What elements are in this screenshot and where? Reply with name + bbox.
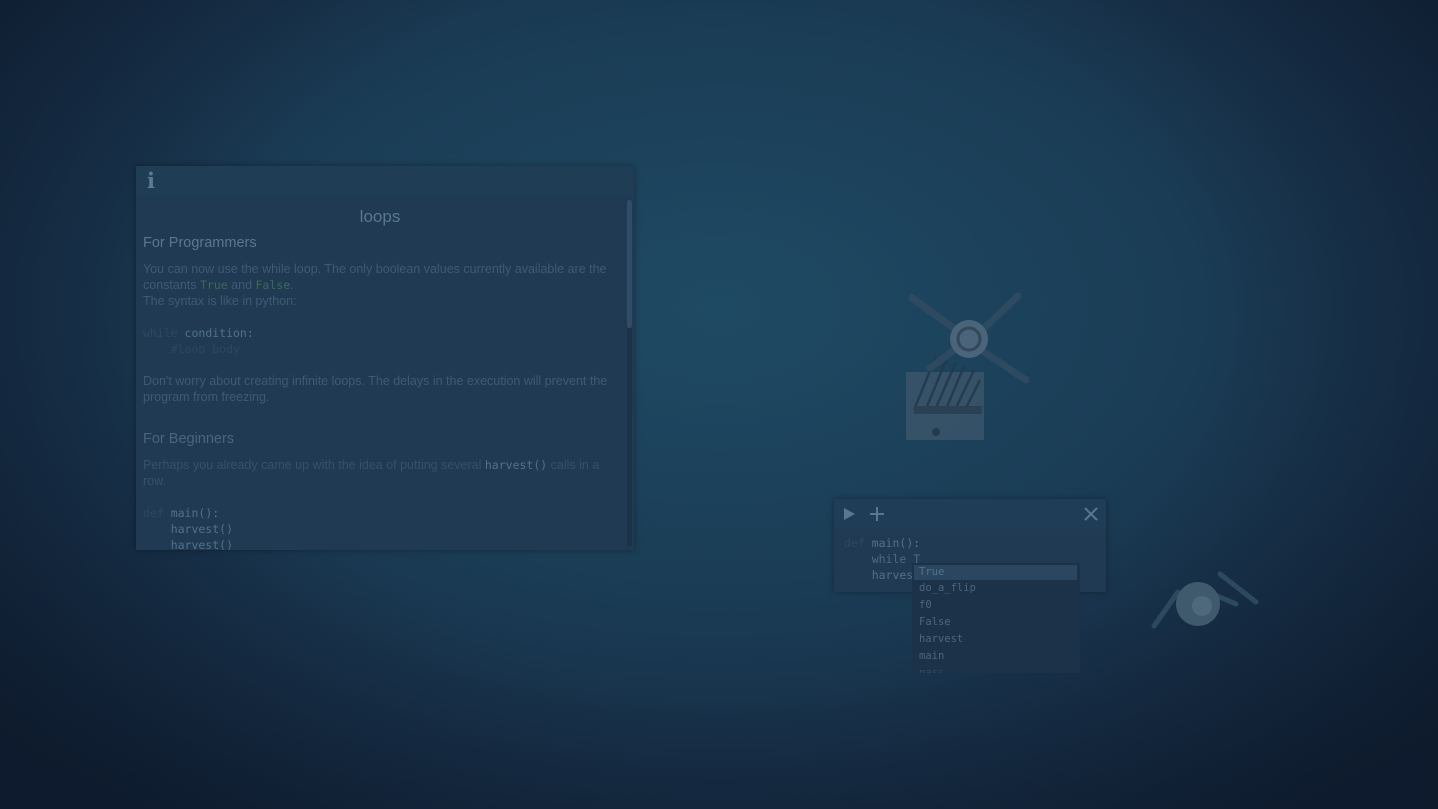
autocomplete-item[interactable]: pass [912, 665, 1080, 673]
close-icon [1084, 507, 1098, 521]
code-text: condition: [177, 326, 254, 340]
code-text: main(): [163, 506, 220, 520]
code-keyword: def [844, 536, 865, 550]
code-editor-text[interactable]: def main(): while T harvest [844, 535, 920, 583]
text-segment: Perhaps you already came up with the ide… [143, 458, 485, 472]
paragraph-syntax: The syntax is like in python: [143, 294, 297, 308]
drone-sprite [906, 292, 1030, 440]
section-heading-programmers: For Programmers [143, 235, 257, 251]
code-keyword: while [143, 326, 178, 340]
code-line: #loop body [143, 342, 240, 356]
code-text: main(): [864, 536, 921, 550]
info-scrollbar-thumb[interactable] [627, 200, 632, 328]
info-window: i loops For Programmers You can now use … [136, 166, 634, 550]
autocomplete-item[interactable]: main [912, 648, 1080, 665]
close-button[interactable] [1078, 499, 1104, 529]
code-keyword: def [143, 506, 164, 520]
info-scrollbar[interactable] [627, 200, 632, 546]
inline-code-true: True [199, 278, 228, 292]
autocomplete-item[interactable]: harvest [912, 631, 1080, 648]
add-button[interactable] [864, 499, 890, 529]
run-button[interactable] [836, 499, 862, 529]
page-title: loops [359, 207, 401, 226]
code-block-main: def main(): harvest() harvest() [143, 505, 617, 550]
autocomplete-item[interactable]: do_a_flip [912, 580, 1080, 597]
plus-icon [870, 507, 884, 521]
code-line: def main(): [143, 505, 617, 521]
info-icon[interactable]: i [144, 170, 158, 191]
info-titlebar[interactable]: i [136, 166, 634, 196]
paragraph-infinite-loops: Don't worry about creating infinite loop… [143, 374, 608, 404]
code-block-while: while condition: #loop body [143, 325, 617, 357]
paragraph-beginners: Perhaps you already came up with the ide… [143, 457, 617, 489]
drone-small-sprite [1151, 571, 1259, 629]
play-icon [844, 508, 855, 520]
editor-line[interactable]: def main(): [844, 535, 920, 551]
code-line: while condition: [143, 325, 617, 341]
inline-code-false: False [255, 278, 291, 292]
info-body: loops For Programmers You can now use th… [136, 196, 624, 550]
inline-code-harvest: harvest() [484, 458, 548, 472]
autocomplete-item[interactable]: True [914, 565, 1077, 580]
text-segment: . [290, 278, 294, 292]
editor-line[interactable]: harvest [844, 567, 920, 583]
autocomplete-item[interactable]: f0 [912, 597, 1080, 614]
editor-line[interactable]: while T [844, 551, 920, 567]
paragraph-while-intro: You can now use the while loop. The only… [143, 261, 617, 293]
code-editor-toolbar[interactable] [834, 499, 1106, 529]
code-line: harvest() [143, 522, 234, 536]
autocomplete-item[interactable]: False [912, 614, 1080, 631]
section-heading-beginners: For Beginners [143, 431, 235, 447]
code-line: harvest() [143, 538, 234, 550]
autocomplete-popup: True do_a_flip f0 False harvest main pas… [912, 563, 1080, 673]
text-segment: and [227, 278, 256, 292]
